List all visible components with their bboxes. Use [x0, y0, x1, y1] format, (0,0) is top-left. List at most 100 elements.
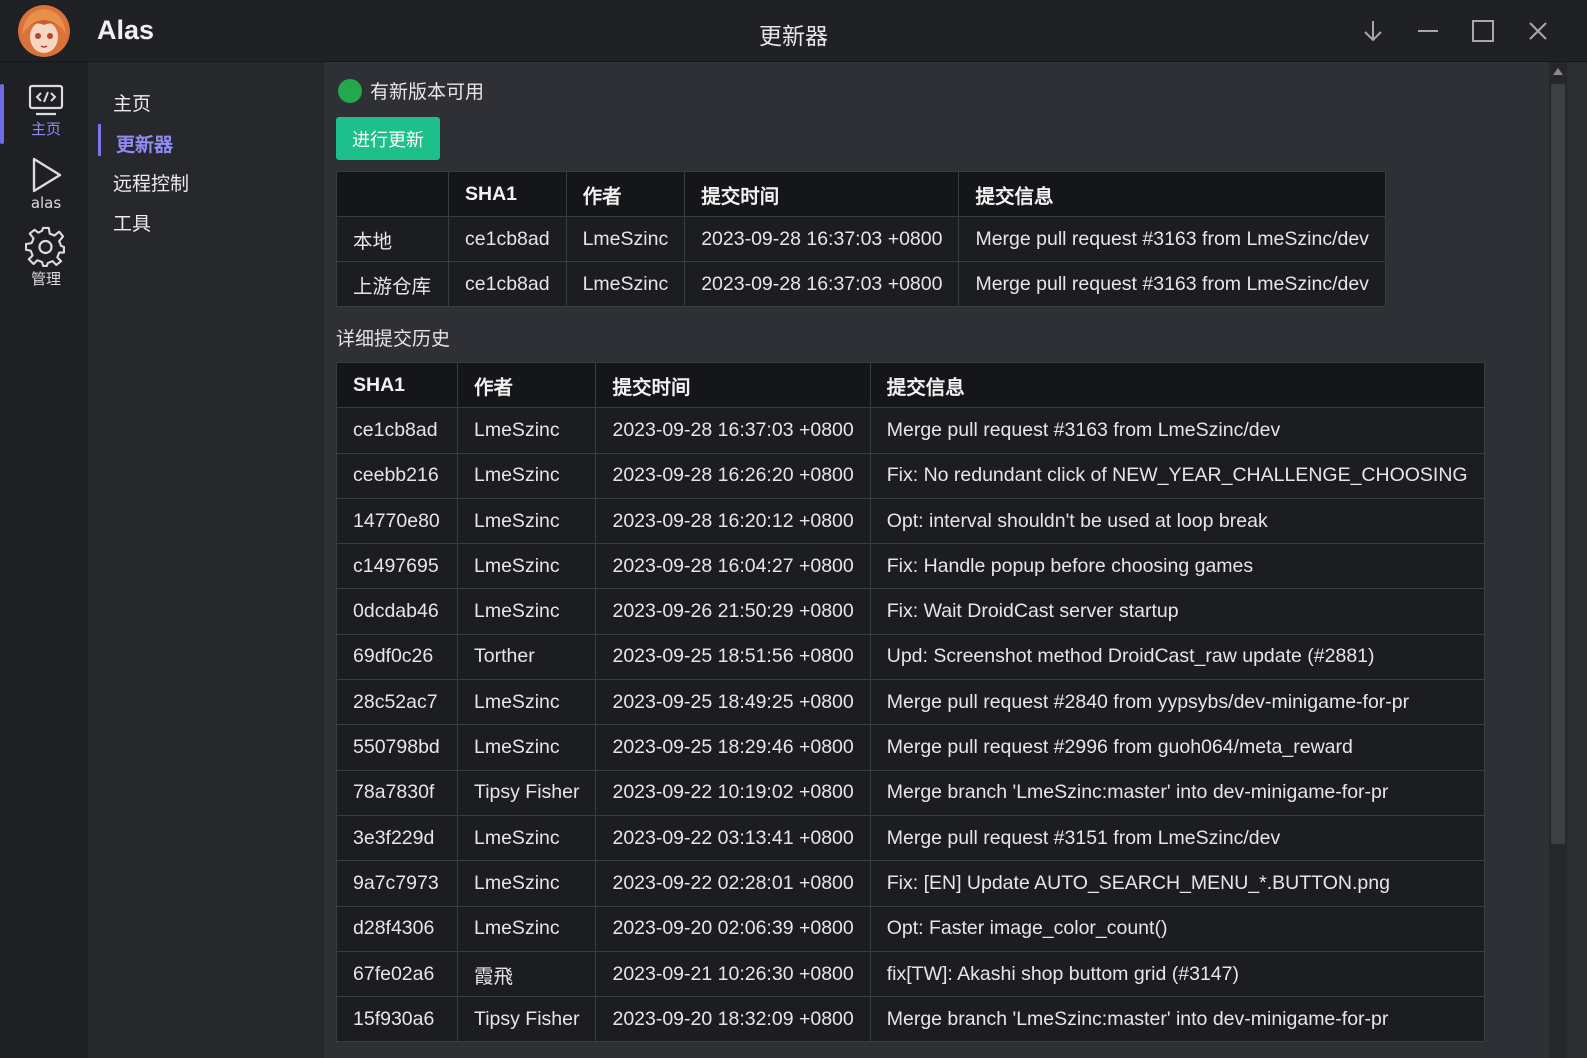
cell-time: 2023-09-22 10:19:02 +0800: [595, 769, 871, 816]
subnav-item-home[interactable]: 主页: [113, 89, 151, 116]
cell-sha: 9a7c7973: [336, 860, 458, 907]
cell-message: Fix: Handle popup before choosing games: [869, 543, 1485, 590]
cell-sha: 550798bd: [336, 724, 458, 771]
gear-icon: [25, 226, 65, 267]
table-row: c1497695 LmeSzinc 2023-09-28 16:04:27 +080…: [336, 543, 1485, 590]
cell-time: 2023-09-25 18:29:46 +0800: [595, 724, 871, 771]
table-header-row: SHA1 作者 提交时间 提交信息: [336, 171, 1386, 217]
maximize-button[interactable]: [1466, 14, 1500, 48]
rail-label: 主页: [30, 120, 61, 138]
minimize-icon: [1418, 30, 1438, 32]
cell-author: LmeSzinc: [565, 216, 686, 262]
table-row: 67fe02a6 霞飛 2023-09-21 10:26:30 +0800 fix[T…: [336, 950, 1485, 998]
cell-sha: 28c52ac7: [336, 679, 458, 726]
table-row: 本地 ce1cb8ad LmeSzinc 2023-09-28 16:37:03…: [336, 216, 1386, 262]
rail-item-home[interactable]: 主页: [4, 84, 88, 139]
table-row: 3e3f229d LmeSzinc 2023-09-22 03:13:41 +080…: [336, 814, 1485, 862]
subnav-item-updater[interactable]: 更新器: [116, 130, 173, 157]
cell-time: 2023-09-28 16:37:03 +0800: [595, 407, 871, 454]
table-row: 69df0c26 Torther 2023-09-25 18:51:56 +0800…: [336, 633, 1485, 681]
column-header: [336, 171, 449, 217]
cell-message: Fix: Wait DroidCast server startup: [869, 588, 1485, 635]
status-dot: [338, 78, 362, 103]
column-header: 提交时间: [595, 361, 871, 409]
rail-item-alas[interactable]: alas: [4, 156, 88, 212]
scroll-up-arrow-icon[interactable]: [1553, 68, 1563, 75]
cell-author: Tipsy Fisher: [456, 769, 597, 816]
cell-time: 2023-09-22 03:13:41 +0800: [595, 814, 871, 862]
cell-author: LmeSzinc: [456, 543, 597, 590]
status-text: 有新版本可用: [370, 81, 485, 103]
cell-author: LmeSzinc: [456, 860, 597, 907]
sub-navigation: 主页 更新器 远程控制 工具: [88, 62, 324, 1058]
cell-message: Merge branch 'LmeSzinc:master' into dev-…: [869, 769, 1485, 816]
update-button[interactable]: 进行更新: [336, 117, 440, 160]
cell-message: Merge branch 'LmeSzinc:master' into dev-…: [869, 996, 1485, 1043]
history-table: SHA1 作者 提交时间 提交信息 ce1cb8ad LmeSzinc 2023-0…: [336, 361, 1485, 1043]
cell-sha: 15f930a6: [336, 996, 458, 1043]
arrow-down-icon: [1364, 21, 1382, 42]
subnav-item-tools[interactable]: 工具: [113, 209, 151, 236]
cell-sha: 69df0c26: [336, 633, 458, 681]
cell-sha: ceebb216: [336, 452, 458, 499]
cell-sha: 0dcdab46: [336, 588, 458, 635]
cell-message: Merge pull request #3163 from LmeSzinc/d…: [869, 407, 1485, 454]
column-header: SHA1: [448, 171, 567, 217]
version-table: SHA1 作者 提交时间 提交信息 本地 ce1cb8ad LmeSzinc 2…: [336, 171, 1386, 307]
rail-item-manage[interactable]: 管理: [4, 226, 88, 289]
table-row: 28c52ac7 LmeSzinc 2023-09-25 18:49:25 +080…: [336, 679, 1485, 726]
cell-sha: c1497695: [336, 543, 458, 590]
subnav-item-remote-control[interactable]: 远程控制: [113, 169, 189, 196]
cell-sha: ce1cb8ad: [448, 261, 567, 307]
cell-time: 2023-09-28 16:37:03 +0800: [684, 216, 960, 262]
cell-author: LmeSzinc: [456, 724, 597, 771]
cell-author: Tipsy Fisher: [456, 996, 597, 1043]
download-button[interactable]: [1356, 14, 1390, 48]
close-icon: [1529, 22, 1547, 40]
cell-time: 2023-09-21 10:26:30 +0800: [595, 950, 871, 998]
close-button[interactable]: [1521, 14, 1555, 48]
cell-message: Upd: Screenshot method DroidCast_raw upd…: [869, 633, 1485, 681]
cell-author: LmeSzinc: [456, 497, 597, 545]
cell-time: 2023-09-28 16:04:27 +0800: [595, 543, 871, 590]
cell-author: LmeSzinc: [456, 452, 597, 499]
cell-sha: 14770e80: [336, 497, 458, 545]
cell-sha: 78a7830f: [336, 769, 458, 816]
cell-message: Fix: No redundant click of NEW_YEAR_CHAL…: [869, 452, 1485, 499]
cell-message: Merge pull request #2840 from yypsybs/de…: [869, 679, 1485, 726]
cell-author: 霞飛: [456, 950, 597, 998]
cell-time: 2023-09-20 18:32:09 +0800: [595, 996, 871, 1043]
play-icon: [32, 157, 62, 193]
table-row: 550798bd LmeSzinc 2023-09-25 18:29:46 +080…: [336, 724, 1485, 771]
subnav-active-indicator: [98, 124, 101, 156]
table-row: 上游仓库 ce1cb8ad LmeSzinc 2023-09-28 16:37:…: [336, 261, 1386, 307]
update-status: 有新版本可用: [338, 77, 484, 104]
column-header: SHA1: [336, 361, 458, 409]
cell-time: 2023-09-28 16:26:20 +0800: [595, 452, 871, 499]
cell-message: Merge pull request #3163 from LmeSzinc/d…: [958, 216, 1386, 262]
cell-author: LmeSzinc: [456, 588, 597, 635]
cell-message: Opt: Faster image_color_count(): [869, 905, 1485, 952]
table-row: 15f930a6 Tipsy Fisher 2023-09-20 18:32:09 …: [336, 996, 1485, 1043]
app-avatar: [18, 5, 70, 57]
table-row: ceebb216 LmeSzinc 2023-09-28 16:26:20 +080…: [336, 452, 1485, 499]
column-header: 作者: [565, 171, 686, 217]
minimize-button[interactable]: [1411, 14, 1445, 48]
column-header: 提交信息: [869, 361, 1485, 409]
column-header: 提交时间: [684, 171, 960, 217]
rail-label: alas: [30, 194, 62, 212]
cell-time: 2023-09-25 18:49:25 +0800: [595, 679, 871, 726]
rail-label: 管理: [30, 270, 61, 288]
scrollbar-thumb[interactable]: [1551, 84, 1565, 844]
column-header: 作者: [456, 361, 597, 409]
cell-message: Merge pull request #3163 from LmeSzinc/d…: [958, 261, 1386, 307]
cell-sha: 67fe02a6: [336, 950, 458, 998]
code-screen-icon: [28, 84, 64, 116]
cell-sha: ce1cb8ad: [448, 216, 567, 262]
cell-time: 2023-09-22 02:28:01 +0800: [595, 860, 871, 907]
table-row: 9a7c7973 LmeSzinc 2023-09-22 02:28:01 +080…: [336, 860, 1485, 907]
cell-time: 2023-09-20 02:06:39 +0800: [595, 905, 871, 952]
window-title: 更新器: [759, 24, 828, 50]
table-header-row: SHA1 作者 提交时间 提交信息: [336, 361, 1485, 409]
cell-message: fix[TW]: Akashi shop buttom grid (#3147): [869, 950, 1485, 998]
